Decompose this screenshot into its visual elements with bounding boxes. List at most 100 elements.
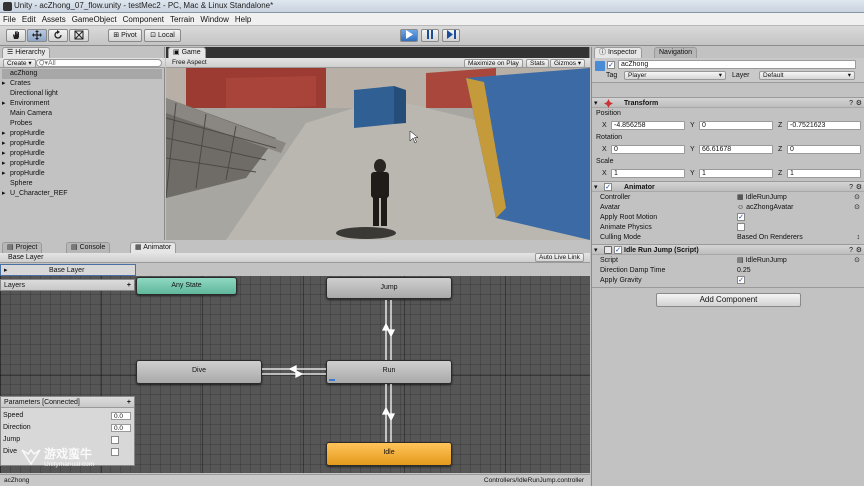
hierarchy-item-probes[interactable]: Probes — [10, 119, 32, 129]
tab-navigation[interactable]: Navigation — [654, 47, 698, 58]
apply-root-motion-checkbox[interactable]: ✓ — [737, 213, 745, 221]
play-button[interactable] — [400, 29, 418, 42]
object-picker-icon[interactable]: ⊙ — [854, 256, 860, 265]
position-z-field[interactable]: -0.7521623 — [787, 121, 861, 130]
object-picker-icon[interactable]: ⊙ — [854, 193, 860, 202]
position-y-field[interactable]: 0 — [699, 121, 773, 130]
menu-assets[interactable]: Assets — [39, 13, 69, 26]
help-icon[interactable]: ? — [849, 246, 853, 255]
local-toggle[interactable]: ⊡ Local — [144, 29, 181, 42]
direction-damp-time-field[interactable]: 0.25 — [737, 266, 751, 275]
aspect-dropdown[interactable]: Free Aspect — [169, 59, 229, 68]
hierarchy-item-prophurdle[interactable]: ▸ propHurdle — [2, 169, 45, 179]
menu-component[interactable]: Component — [120, 13, 167, 26]
menu-edit[interactable]: Edit — [19, 13, 39, 26]
controller-label: Controller — [600, 194, 631, 201]
object-name-field[interactable]: acZhong — [618, 60, 856, 69]
create-dropdown[interactable]: Create ▾ — [3, 59, 36, 68]
script-enabled-checkbox[interactable]: ✓ — [614, 246, 622, 254]
hierarchy-item-crates[interactable]: ▸ Crates — [2, 79, 31, 89]
rotation-x-field[interactable]: 0 — [611, 145, 685, 154]
tab-game[interactable]: ▣ Game — [168, 47, 206, 58]
layer-dropdown[interactable]: Default ▾ — [759, 71, 855, 80]
menu-file[interactable]: File — [0, 13, 19, 26]
animator-component-header[interactable]: ▾ ✓ Animator ? ⚙ — [592, 181, 864, 192]
hand-tool-button[interactable] — [6, 29, 26, 42]
tab-animator[interactable]: ▦ Animator — [130, 242, 177, 253]
controller-value[interactable]: ▦ IdleRunJump — [737, 193, 787, 202]
rotation-z-field[interactable]: 0 — [787, 145, 861, 154]
object-active-checkbox[interactable]: ✓ — [607, 61, 615, 69]
tab-project[interactable]: ▤ Project — [2, 242, 43, 253]
game-panel: ▣ Game Free Aspect Maximize on Play Stat… — [166, 47, 590, 240]
hierarchy-item-sphere[interactable]: Sphere — [10, 179, 33, 189]
hierarchy-item-prophurdle[interactable]: ▸ propHurdle — [2, 139, 45, 149]
apply-gravity-label: Apply Gravity — [600, 277, 642, 284]
transform-header[interactable]: ▾ Transform ? ⚙ — [592, 97, 864, 108]
watermark-url: Unitymanual.com — [44, 461, 95, 468]
tab-hierarchy[interactable]: ☰ Hierarchy — [2, 47, 51, 58]
pivot-toggle[interactable]: ⊞ Pivot — [108, 29, 142, 42]
gear-icon[interactable]: ⚙ — [856, 99, 862, 108]
tab-inspector[interactable]: ⓘ Inspector — [594, 47, 642, 58]
parameter-value[interactable]: 0.0 — [111, 424, 131, 432]
pause-button[interactable] — [421, 29, 439, 42]
parameter-jump-checkbox[interactable] — [111, 436, 119, 444]
scale-tool-button[interactable] — [69, 29, 89, 42]
hierarchy-item-environment[interactable]: ▸ Environment — [2, 99, 49, 109]
add-component-button[interactable]: Add Component — [656, 293, 801, 307]
play-icon — [406, 30, 413, 39]
avatar-value[interactable]: ☺ acZhongAvatar — [737, 203, 793, 212]
menu-help[interactable]: Help — [232, 13, 254, 26]
rotate-tool-button[interactable] — [48, 29, 68, 42]
parameter-speed[interactable]: Speed 0.0 — [3, 411, 133, 421]
animate-physics-checkbox[interactable] — [737, 223, 745, 231]
help-icon[interactable]: ? — [849, 99, 853, 108]
state-machine-graph[interactable]: Layers + Any State Jump Dive Run Idle Pa… — [0, 276, 590, 473]
hierarchy-item-prophurdle[interactable]: ▸ propHurdle — [2, 129, 45, 139]
menu-terrain[interactable]: Terrain — [167, 13, 197, 26]
pause-icon — [427, 30, 433, 39]
menu-window[interactable]: Window — [197, 13, 231, 26]
hierarchy-item-label: propHurdle — [10, 160, 45, 167]
script-value[interactable]: ▤ IdleRunJump — [737, 256, 787, 265]
script-component-header[interactable]: ▾ ✓ Idle Run Jump (Script) ? ⚙ — [592, 244, 864, 255]
hierarchy-item-prophurdle[interactable]: ▸ propHurdle — [2, 159, 45, 169]
rotation-y-field[interactable]: 66.61678 — [699, 145, 773, 154]
layer-name: Base Layer — [49, 267, 85, 274]
hierarchy-item-aczhong[interactable]: acZhong — [2, 69, 162, 79]
move-tool-button[interactable] — [27, 29, 47, 42]
gizmos-dropdown[interactable]: Gizmos ▾ — [550, 59, 586, 68]
tab-console[interactable]: ▤ Console — [66, 242, 111, 253]
parameter-direction[interactable]: Direction 0.0 — [3, 423, 133, 433]
gear-icon[interactable]: ⚙ — [856, 246, 862, 255]
tag-dropdown[interactable]: Player ▾ — [624, 71, 726, 80]
object-picker-icon[interactable]: ⊙ — [854, 203, 860, 212]
gear-icon[interactable]: ⚙ — [856, 183, 862, 192]
animator-enabled-checkbox[interactable]: ✓ — [604, 183, 612, 191]
parameter-value[interactable]: 0.0 — [111, 412, 131, 420]
scale-y-field[interactable]: 1 — [699, 169, 773, 178]
layer-base-layer[interactable]: ▸ Base Layer — [0, 264, 136, 276]
help-icon[interactable]: ? — [849, 183, 853, 192]
scale-x-field[interactable]: 1 — [611, 169, 685, 178]
culling-mode-dropdown[interactable]: Based On Renderers — [737, 233, 803, 242]
add-parameter-button[interactable]: + — [127, 398, 131, 407]
scale-z-field[interactable]: 1 — [787, 169, 861, 178]
hierarchy-item-prophurdle[interactable]: ▸ propHurdle — [2, 149, 45, 159]
step-button[interactable] — [442, 29, 460, 42]
game-viewport[interactable] — [166, 68, 590, 240]
hierarchy-item-label: propHurdle — [10, 170, 45, 177]
stats-toggle[interactable]: Stats — [526, 59, 549, 68]
auto-live-link-toggle[interactable]: Auto Live Link — [535, 253, 584, 262]
position-x-field[interactable]: -4.856258 — [611, 121, 685, 130]
apply-gravity-checkbox[interactable]: ✓ — [737, 276, 745, 284]
menu-gameobject[interactable]: GameObject — [69, 13, 120, 26]
hierarchy-item-u-character-ref[interactable]: ▸ U_Character_REF — [2, 189, 68, 199]
hierarchy-search-input[interactable]: Q▾All — [36, 59, 162, 67]
breadcrumb-base-layer[interactable]: Base Layer — [8, 253, 43, 262]
maximize-on-play-toggle[interactable]: Maximize on Play — [464, 59, 523, 68]
hierarchy-item-main-camera[interactable]: Main Camera — [10, 109, 52, 119]
inspector-panel: ⓘ Inspector Navigation ✓ acZhong Tag Pla… — [591, 47, 864, 486]
hierarchy-item-directional-light[interactable]: Directional light — [10, 89, 58, 99]
